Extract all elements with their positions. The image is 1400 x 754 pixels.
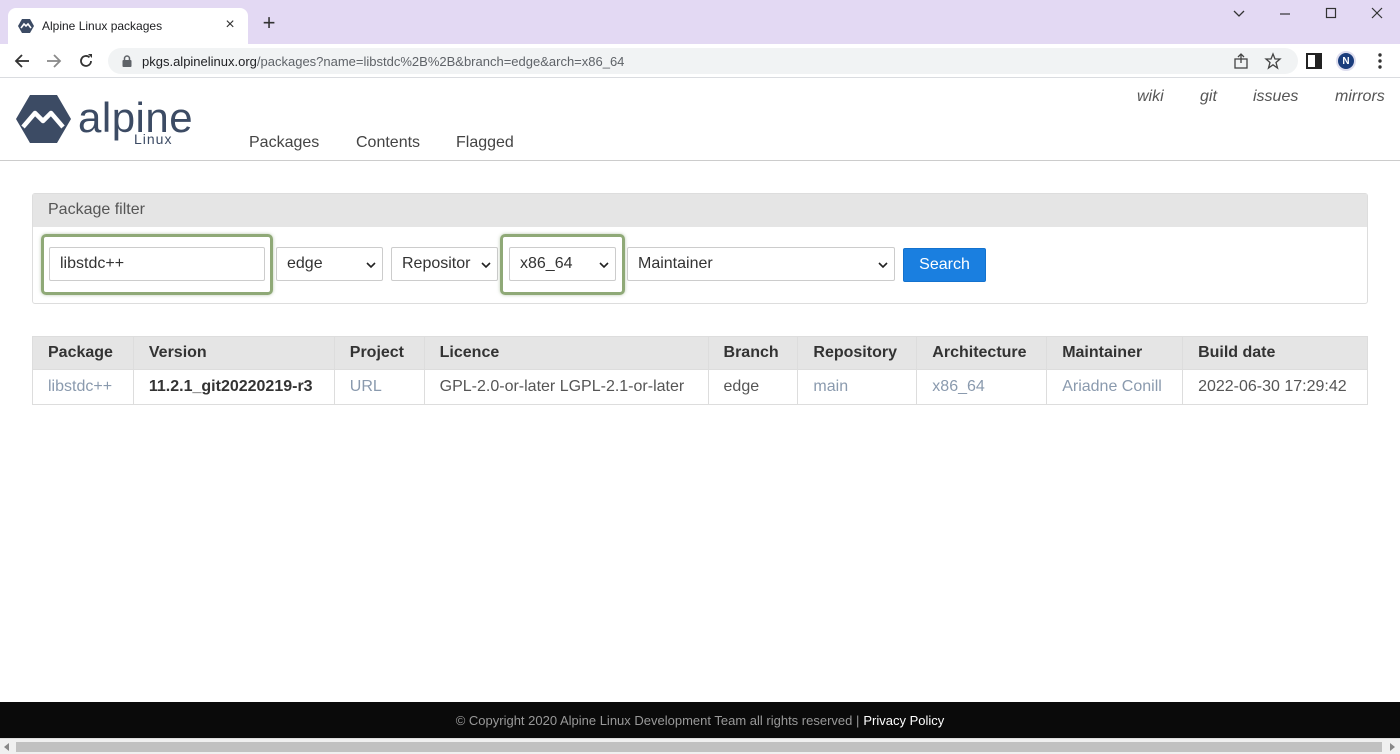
url-text: pkgs.alpinelinux.org/packages?name=libst… — [142, 54, 624, 69]
share-icon[interactable] — [1232, 52, 1250, 70]
header-project: Project — [334, 336, 425, 370]
cell-maintainer-link[interactable]: Ariadne Conill — [1046, 369, 1184, 405]
repository-value: Repositor — [402, 255, 471, 272]
nav-wiki[interactable]: wiki — [1137, 88, 1164, 106]
browser-tab[interactable]: Alpine Linux packages × — [8, 8, 248, 44]
lock-icon — [122, 55, 132, 67]
avatar-letter: N — [1342, 55, 1350, 67]
header-repository: Repository — [797, 336, 918, 370]
chevron-down-icon — [599, 262, 609, 269]
header-maintainer: Maintainer — [1046, 336, 1184, 370]
url-path: /packages?name=libstdc%2B%2B&branch=edge… — [256, 53, 625, 69]
alpine-favicon-icon — [18, 19, 34, 33]
cell-licence: GPL-2.0-or-later LGPL-2.1-or-later — [424, 369, 709, 405]
site-footer: © Copyright 2020 Alpine Linux Developmen… — [0, 702, 1400, 738]
site-header: alpine Linux Packages Contents Flagged w… — [0, 78, 1400, 161]
table-header-row: Package Version Project Licence Branch R… — [32, 336, 1368, 370]
tab-search-chevron-icon[interactable] — [1216, 6, 1262, 26]
package-name-input[interactable]: libstdc++ — [49, 247, 265, 281]
side-panel-icon[interactable] — [1305, 52, 1323, 70]
nav-git[interactable]: git — [1200, 88, 1217, 106]
table-row: libstdc++ 11.2.1_git20220219-r3 URL GPL-… — [32, 369, 1368, 405]
architecture-select[interactable]: x86_64 — [509, 247, 616, 281]
cell-package-link[interactable]: libstdc++ — [32, 369, 134, 405]
profile-avatar[interactable]: N — [1336, 51, 1356, 71]
url-host: pkgs.alpinelinux.org — [142, 53, 257, 69]
filter-title: Package filter — [33, 194, 1367, 227]
package-name-value: libstdc++ — [60, 255, 125, 272]
scroll-left-icon[interactable] — [4, 743, 9, 751]
forward-arrow-icon[interactable] — [42, 49, 66, 73]
privacy-policy-link[interactable]: Privacy Policy — [863, 713, 944, 728]
cell-build-date: 2022-06-30 17:29:42 — [1182, 369, 1368, 405]
back-arrow-icon[interactable] — [10, 49, 34, 73]
cell-architecture-link[interactable]: x86_64 — [916, 369, 1048, 405]
scroll-right-icon[interactable] — [1390, 743, 1395, 751]
address-bar[interactable]: pkgs.alpinelinux.org/packages?name=libst… — [108, 48, 1298, 74]
chevron-down-icon — [481, 262, 491, 269]
nav-contents[interactable]: Contents — [356, 134, 420, 152]
tab-close-icon[interactable]: × — [222, 17, 238, 34]
nav-mirrors[interactable]: mirrors — [1335, 88, 1385, 106]
nav-packages[interactable]: Packages — [249, 134, 319, 152]
browser-toolbar: pkgs.alpinelinux.org/packages?name=libst… — [0, 44, 1400, 78]
architecture-value: x86_64 — [520, 255, 573, 272]
header-licence: Licence — [424, 336, 709, 370]
header-build-date: Build date — [1182, 336, 1368, 370]
nav-flagged[interactable]: Flagged — [456, 134, 514, 152]
maximize-icon[interactable] — [1308, 6, 1354, 26]
branch-value: edge — [287, 255, 323, 272]
close-window-icon[interactable] — [1354, 6, 1400, 26]
scrollbar-thumb[interactable] — [16, 742, 1382, 752]
header-package: Package — [32, 336, 134, 370]
maintainer-select[interactable]: Maintainer — [627, 247, 895, 281]
nav-issues[interactable]: issues — [1253, 88, 1298, 106]
minimize-icon[interactable] — [1262, 6, 1308, 26]
tab-title: Alpine Linux packages — [42, 19, 163, 33]
cell-branch: edge — [708, 369, 799, 405]
copyright-text: © Copyright 2020 Alpine Linux Developmen… — [455, 712, 860, 728]
browser-tab-bar: Alpine Linux packages × + — [0, 0, 1400, 44]
chevron-down-icon — [366, 262, 376, 269]
reload-icon[interactable] — [74, 49, 98, 73]
header-branch: Branch — [708, 336, 799, 370]
maintainer-value: Maintainer — [638, 255, 713, 272]
bookmark-star-icon[interactable] — [1264, 52, 1282, 70]
horizontal-scrollbar[interactable] — [0, 738, 1400, 754]
logo-sub: Linux — [134, 131, 172, 146]
header-architecture: Architecture — [916, 336, 1048, 370]
header-version: Version — [133, 336, 335, 370]
cell-project-link[interactable]: URL — [334, 369, 425, 405]
chevron-down-icon — [878, 262, 888, 269]
new-tab-icon[interactable]: + — [258, 12, 280, 35]
branch-select[interactable]: edge — [276, 247, 383, 281]
search-button[interactable]: Search — [903, 248, 986, 282]
packages-table: Package Version Project Licence Branch R… — [32, 336, 1368, 405]
cell-repository-link[interactable]: main — [797, 369, 918, 405]
repository-select[interactable]: Repositor — [391, 247, 498, 281]
browser-menu-icon[interactable] — [1374, 52, 1386, 70]
cell-version: 11.2.1_git20220219-r3 — [133, 369, 335, 405]
alpine-linux-logo[interactable]: alpine Linux — [16, 94, 226, 146]
